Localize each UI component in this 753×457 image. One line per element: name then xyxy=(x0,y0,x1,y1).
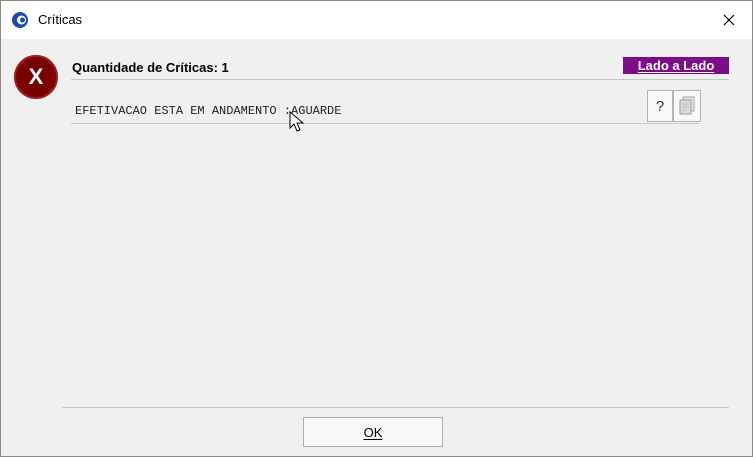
app-logo-icon xyxy=(12,12,28,28)
window-title: Críticas xyxy=(38,12,83,27)
copy-document-icon xyxy=(679,96,695,115)
footer-divider xyxy=(62,407,729,408)
lado-a-lado-button[interactable]: Lado a Lado xyxy=(623,57,729,74)
title-bar: Críticas xyxy=(1,1,752,39)
help-button[interactable]: ? xyxy=(647,90,673,122)
close-icon xyxy=(723,14,735,26)
criticas-header: Quantidade de Críticas: 1 Lado a Lado xyxy=(71,57,729,80)
criticas-count-label: Quantidade de Críticas: 1 xyxy=(72,60,229,75)
mouse-cursor-icon xyxy=(289,111,305,132)
criticas-dialog: Críticas X Quantidade de Críticas: 1 Lad… xyxy=(0,0,753,457)
copy-button[interactable] xyxy=(673,90,701,122)
critica-message-row: EFETIVACAO ESTA EM ANDAMENTO :AGUARDE xyxy=(71,87,699,124)
close-button[interactable] xyxy=(706,1,752,39)
error-icon: X xyxy=(14,55,58,99)
ok-button[interactable]: OK xyxy=(303,417,443,447)
